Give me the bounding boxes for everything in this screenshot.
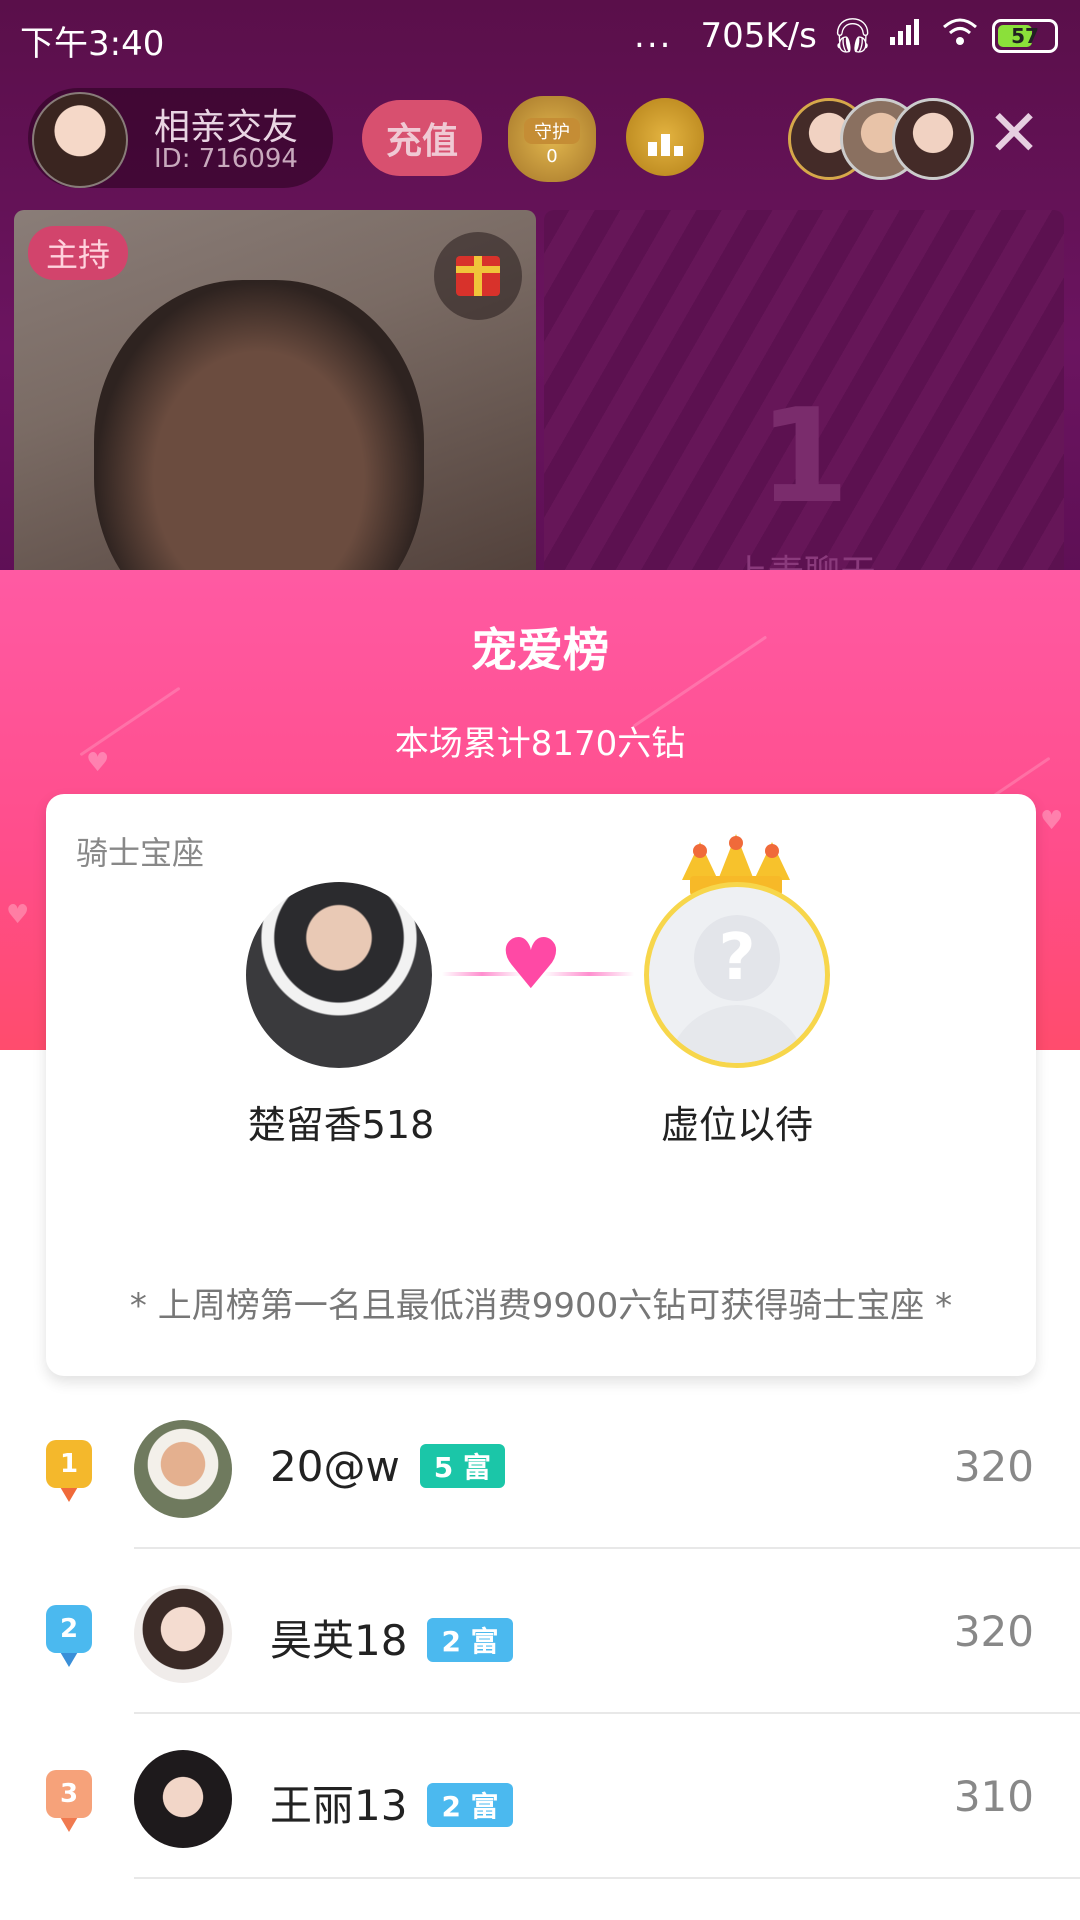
- battery-level: 57: [1011, 24, 1039, 48]
- room-info[interactable]: 相亲交友 ID: 716094: [28, 88, 333, 188]
- room-avatar: [32, 92, 128, 188]
- signal-icon: [888, 16, 928, 56]
- wifi-icon: [942, 16, 978, 56]
- heart-decoration-icon: ♥: [1040, 806, 1064, 836]
- sheet-title: 宠爱榜: [471, 623, 609, 677]
- gift-button[interactable]: [434, 232, 522, 320]
- ranking-icon[interactable]: [626, 98, 704, 176]
- list-item[interactable]: 1 20@w 5 富 320: [0, 1384, 1080, 1549]
- throne-note: * 上周榜第一名且最低消费9900六钻可获得骑士宝座 *: [129, 1286, 953, 1326]
- rich-level-badge: 2 富: [427, 1782, 513, 1827]
- more-dots-icon: ...: [634, 16, 673, 56]
- user-name-text: 王丽13: [270, 1781, 408, 1830]
- rich-level-badge: 2 富: [427, 1617, 513, 1662]
- avatar[interactable]: [134, 1585, 232, 1683]
- medal-rank: 1: [46, 1440, 92, 1488]
- medal-rank: 3: [46, 1770, 92, 1818]
- avatar[interactable]: [134, 1420, 232, 1518]
- vacant-seat-avatar: ?: [644, 882, 830, 1068]
- room-id: ID: 716094: [154, 144, 298, 174]
- knight-avatar[interactable]: [246, 882, 432, 1068]
- host-video[interactable]: 主持: [14, 210, 536, 580]
- net-speed: 705K/s: [700, 16, 817, 56]
- live-room-background: 下午3:40 ... 705K/s 🎧︎ 57 相亲交友 ID: 716094 …: [0, 0, 1080, 594]
- score: 320: [953, 1607, 1034, 1656]
- status-icons: ... 705K/s 🎧︎ 57: [634, 16, 1058, 56]
- knight-throne-card: 骑士宝座 楚留香518 ♥ ? 虚位以待 * 上周榜第一名且最低消费9900六钻…: [46, 794, 1036, 1376]
- medal-rank: 2: [46, 1605, 92, 1653]
- status-time: 下午3:40: [20, 24, 165, 64]
- headphone-icon: 🎧︎: [830, 16, 874, 56]
- sheet-total: 本场累计8170六钻: [394, 724, 686, 764]
- avatar[interactable]: [134, 1750, 232, 1848]
- user-name-text: 20@w: [270, 1442, 400, 1491]
- rich-level-badge: 5 富: [419, 1443, 506, 1488]
- gift-icon: [456, 256, 500, 296]
- vacant-name: 虚位以待: [660, 1103, 813, 1147]
- score: 320: [953, 1442, 1034, 1491]
- guard-badge[interactable]: 守护 0: [508, 96, 596, 182]
- close-icon[interactable]: ✕: [984, 102, 1044, 166]
- ranking-list: 1 20@w 5 富 320 2 昊英18 2 富 320 3 王丽13 2 富 31…: [0, 1384, 1080, 1879]
- user-name[interactable]: 王丽13 2 富: [270, 1772, 513, 1833]
- status-bar: 下午3:40 ... 705K/s 🎧︎ 57: [0, 0, 1080, 76]
- host-tag: 主持: [28, 226, 129, 280]
- user-name[interactable]: 昊英18 2 富: [270, 1607, 513, 1668]
- heart-icon: ♥: [499, 923, 563, 1005]
- guard-count: 0: [546, 146, 558, 167]
- seat-number: 1: [758, 380, 850, 532]
- host-video-feed: [94, 280, 424, 580]
- mic-seat-panel[interactable]: 1 上麦聊天: [544, 210, 1064, 594]
- user-name[interactable]: 20@w 5 富: [270, 1442, 506, 1492]
- room-name: 相亲交友: [154, 107, 299, 148]
- throne-title: 骑士宝座: [76, 834, 205, 872]
- divider: [134, 1877, 1080, 1879]
- silver-medal-icon: 2: [46, 1605, 92, 1667]
- score: 310: [953, 1772, 1034, 1821]
- recharge-button[interactable]: 充值: [362, 100, 482, 176]
- user-name-text: 昊英18: [270, 1616, 408, 1665]
- gold-medal-icon: 1: [46, 1440, 92, 1502]
- list-item[interactable]: 2 昊英18 2 富 320: [0, 1549, 1080, 1714]
- heart-decoration-icon: ♥: [6, 900, 30, 930]
- viewer-avatars[interactable]: [788, 98, 974, 180]
- question-icon: ?: [694, 915, 780, 1001]
- battery-icon: 57: [992, 19, 1058, 53]
- bronze-medal-icon: 3: [46, 1770, 92, 1832]
- knight-name[interactable]: 楚留香518: [196, 1094, 486, 1149]
- viewer-avatar[interactable]: [892, 98, 974, 180]
- guard-label: 守护: [524, 118, 580, 144]
- list-item[interactable]: 3 王丽13 2 富 310: [0, 1714, 1080, 1879]
- heart-decoration-icon: ♥: [86, 748, 110, 778]
